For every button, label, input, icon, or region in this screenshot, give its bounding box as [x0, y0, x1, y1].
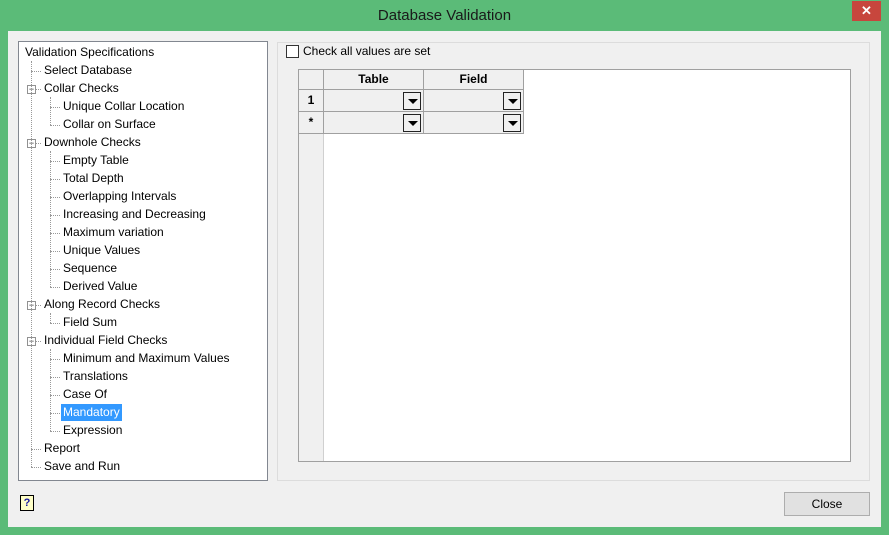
tree-item[interactable]: Unique Collar Location	[61, 98, 186, 115]
tree-item[interactable]: Maximum variation	[61, 224, 166, 241]
field-cell[interactable]	[424, 112, 524, 134]
check-all-checkbox[interactable]	[286, 45, 299, 58]
tree-item[interactable]: Select Database	[42, 62, 134, 79]
tree-connector	[50, 215, 60, 216]
tree-connector	[50, 97, 51, 125]
tree-item[interactable]: Collar on Surface	[61, 116, 158, 133]
tree-item[interactable]: Derived Value	[61, 278, 139, 295]
tree-item[interactable]: Downhole Checks	[42, 134, 143, 151]
tree-connector	[50, 377, 60, 378]
table-cell[interactable]	[324, 112, 424, 134]
tree-item[interactable]: Unique Values	[61, 242, 142, 259]
tree-connector	[31, 61, 32, 467]
mandatory-grid: Table Field 1 *	[298, 69, 851, 462]
tree-item[interactable]: Collar Checks	[42, 80, 121, 97]
table-cell[interactable]	[324, 90, 424, 112]
tree-item[interactable]: Report	[42, 440, 82, 457]
column-header-field[interactable]: Field	[424, 70, 524, 90]
tree-item[interactable]: Validation Specifications	[23, 44, 156, 61]
tree-connector	[50, 413, 60, 414]
tree-connector	[50, 313, 51, 323]
tree-connector	[50, 161, 60, 162]
field-cell[interactable]	[424, 90, 524, 112]
tree-item[interactable]: Expression	[61, 422, 124, 439]
tree-connector	[50, 251, 60, 252]
validation-tree[interactable]: Validation Specifications Select Database…	[18, 41, 268, 481]
dropdown-arrow-icon[interactable]	[403, 114, 421, 132]
tree-connector	[50, 125, 60, 126]
dropdown-arrow-icon[interactable]	[503, 114, 521, 132]
grid-corner	[299, 70, 324, 90]
tree-connector	[31, 71, 41, 72]
window-title: Database Validation	[377, 7, 512, 24]
tree-connector	[31, 449, 41, 450]
tree-connector	[50, 151, 51, 287]
column-header-table[interactable]: Table	[324, 70, 424, 90]
tree-item[interactable]: Increasing and Decreasing	[61, 206, 208, 223]
tree-connector	[50, 197, 60, 198]
tree-item[interactable]: Individual Field Checks	[42, 332, 169, 349]
window-close-button[interactable]: ✕	[852, 1, 881, 21]
tree-connector	[31, 467, 41, 468]
tree-connector	[50, 269, 60, 270]
row-header-new[interactable]: *	[299, 112, 324, 134]
tree-item[interactable]: Save and Run	[42, 458, 122, 475]
check-all-label[interactable]: Check all values are set	[303, 44, 434, 58]
tree-connector	[50, 349, 51, 431]
tree-item[interactable]: Mandatory	[61, 404, 122, 421]
tree-item[interactable]: Minimum and Maximum Values	[61, 350, 232, 367]
tree-item[interactable]: Overlapping Intervals	[61, 188, 178, 205]
tree-connector	[50, 233, 60, 234]
tree-item[interactable]: Translations	[61, 368, 130, 385]
tree-item[interactable]: Total Depth	[61, 170, 126, 187]
tree-connector	[50, 431, 60, 432]
dropdown-arrow-icon[interactable]	[503, 92, 521, 110]
tree-item[interactable]: Case Of	[61, 386, 109, 403]
tree-item[interactable]: Empty Table	[61, 152, 131, 169]
tree-connector	[50, 287, 60, 288]
tree-connector	[50, 359, 60, 360]
tree-connector	[50, 323, 60, 324]
tree-connector	[50, 395, 60, 396]
tree-connector	[50, 107, 60, 108]
tree-connector	[50, 179, 60, 180]
tree-item[interactable]: Sequence	[61, 260, 119, 277]
help-icon[interactable]: ?	[20, 495, 34, 511]
row-header[interactable]: 1	[299, 90, 324, 112]
tree-item[interactable]: Along Record Checks	[42, 296, 162, 313]
dropdown-arrow-icon[interactable]	[403, 92, 421, 110]
close-button[interactable]: Close	[784, 492, 870, 516]
tree-item[interactable]: Field Sum	[61, 314, 119, 331]
